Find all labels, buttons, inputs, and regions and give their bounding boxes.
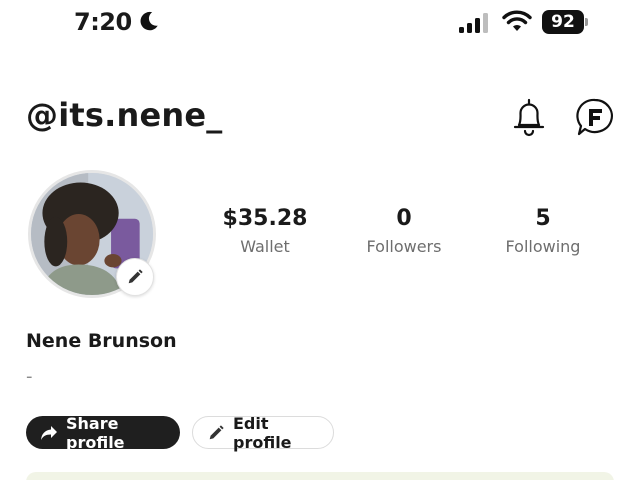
info-card xyxy=(26,472,614,480)
display-name: Nene Brunson xyxy=(26,330,177,352)
profile-username: @its.nene_ xyxy=(26,96,223,134)
share-profile-label: Share profile xyxy=(66,413,125,452)
bell-icon[interactable] xyxy=(511,97,547,137)
cellular-signal-icon xyxy=(459,13,488,33)
avatar-container xyxy=(28,170,156,298)
edit-profile-button[interactable]: Edit profile xyxy=(192,413,334,452)
stat-following[interactable]: 5 Following xyxy=(473,206,613,256)
chat-icon[interactable] xyxy=(574,96,616,138)
stat-wallet[interactable]: $35.28 Wallet xyxy=(195,206,335,256)
edit-avatar-button[interactable] xyxy=(116,258,154,296)
moon-icon xyxy=(140,11,158,31)
profile-bio: - xyxy=(26,366,33,387)
battery-level: 92 xyxy=(542,10,584,34)
status-time: 7:20 xyxy=(74,8,132,36)
share-profile-button[interactable]: Share profile xyxy=(26,413,180,452)
stat-value: 0 xyxy=(396,206,412,231)
stat-value: 5 xyxy=(535,206,551,231)
pencil-icon xyxy=(209,424,224,439)
battery-icon: 92 xyxy=(542,10,588,34)
stat-label: Followers xyxy=(366,237,442,256)
edit-profile-label: Edit profile xyxy=(233,413,292,452)
stat-value: $35.28 xyxy=(222,206,308,231)
stat-label: Following xyxy=(505,237,581,256)
stat-label: Wallet xyxy=(240,237,290,256)
stat-followers[interactable]: 0 Followers xyxy=(334,206,474,256)
wifi-icon xyxy=(502,10,532,31)
status-bar: 7:20 92 xyxy=(0,0,640,46)
share-arrow-icon xyxy=(41,425,57,440)
pencil-icon xyxy=(128,269,143,284)
